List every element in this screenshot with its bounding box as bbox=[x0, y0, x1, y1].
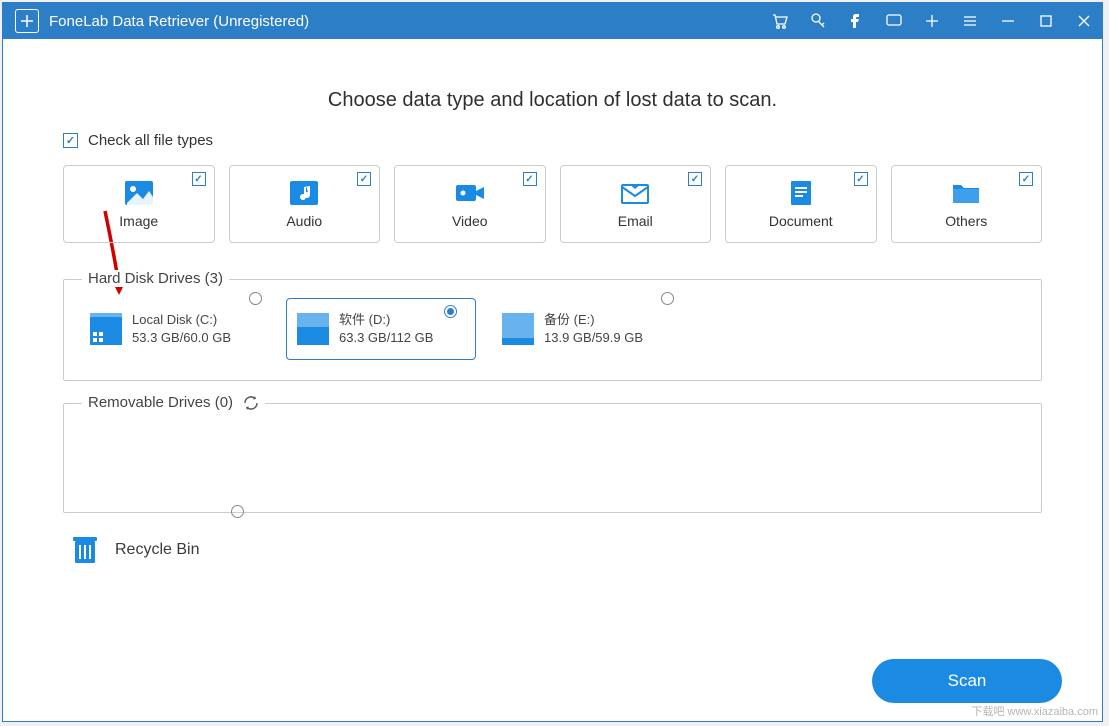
checkbox-icon[interactable]: ✓ bbox=[688, 172, 702, 186]
page-heading: Choose data type and location of lost da… bbox=[63, 89, 1042, 112]
check-all-row[interactable]: ✓ Check all file types bbox=[63, 132, 1042, 149]
type-card-video[interactable]: ✓ Video bbox=[394, 165, 546, 243]
app-window: FoneLab Data Retriever (Unregistered) Ch… bbox=[2, 2, 1103, 722]
drive-icon bbox=[502, 313, 534, 345]
type-card-image[interactable]: ✓ Image bbox=[63, 165, 215, 243]
refresh-icon[interactable] bbox=[243, 395, 259, 411]
removable-section: Removable Drives (0) bbox=[63, 403, 1042, 513]
drive-e[interactable]: 备份 (E:) 13.9 GB/59.9 GB bbox=[492, 298, 682, 360]
type-card-others[interactable]: ✓ Others bbox=[891, 165, 1043, 243]
image-icon bbox=[123, 179, 155, 207]
checkbox-icon[interactable]: ✓ bbox=[357, 172, 371, 186]
checkbox-icon[interactable]: ✓ bbox=[854, 172, 868, 186]
radio-button[interactable] bbox=[231, 505, 244, 518]
drive-c[interactable]: Local Disk (C:) 53.3 GB/60.0 GB bbox=[80, 298, 270, 360]
content-area: Choose data type and location of lost da… bbox=[3, 39, 1102, 565]
drive-info: Local Disk (C:) 53.3 GB/60.0 GB bbox=[132, 311, 231, 347]
scan-button[interactable]: Scan bbox=[872, 659, 1062, 703]
watermark-text: 下载吧 www.xiazaiba.com bbox=[971, 703, 1098, 719]
recycle-bin-option[interactable]: Recycle Bin bbox=[71, 535, 1042, 565]
checkbox-icon[interactable]: ✓ bbox=[523, 172, 537, 186]
removable-legend: Removable Drives (0) bbox=[82, 394, 265, 411]
menu-icon[interactable] bbox=[960, 11, 980, 31]
maximize-button[interactable] bbox=[1036, 11, 1056, 31]
type-label: Others bbox=[945, 213, 987, 229]
key-icon[interactable] bbox=[808, 11, 828, 31]
drive-icon bbox=[90, 313, 122, 345]
check-all-checkbox[interactable]: ✓ bbox=[63, 133, 78, 148]
type-card-audio[interactable]: ✓ Audio bbox=[229, 165, 381, 243]
type-label: Image bbox=[119, 213, 158, 229]
hdd-legend: Hard Disk Drives (3) bbox=[82, 270, 229, 287]
app-logo-icon bbox=[15, 9, 39, 33]
recycle-label: Recycle Bin bbox=[115, 541, 199, 559]
drive-d[interactable]: 软件 (D:) 63.3 GB/112 GB bbox=[286, 298, 476, 360]
video-icon bbox=[454, 179, 486, 207]
type-card-email[interactable]: ✓ Email bbox=[560, 165, 712, 243]
type-label: Email bbox=[618, 213, 653, 229]
checkbox-icon[interactable]: ✓ bbox=[192, 172, 206, 186]
type-label: Document bbox=[769, 213, 833, 229]
titlebar: FoneLab Data Retriever (Unregistered) bbox=[3, 3, 1102, 39]
cart-icon[interactable] bbox=[770, 11, 790, 31]
plus-icon[interactable] bbox=[922, 11, 942, 31]
email-icon bbox=[619, 179, 651, 207]
check-all-label: Check all file types bbox=[88, 132, 213, 149]
type-label: Audio bbox=[286, 213, 322, 229]
audio-icon bbox=[288, 179, 320, 207]
drive-info: 软件 (D:) 63.3 GB/112 GB bbox=[339, 311, 433, 347]
window-controls bbox=[770, 11, 1094, 31]
type-card-document[interactable]: ✓ Document bbox=[725, 165, 877, 243]
file-type-grid: ✓ Image ✓ Audio ✓ Video ✓ Email ✓ bbox=[63, 165, 1042, 243]
window-title: FoneLab Data Retriever (Unregistered) bbox=[49, 13, 770, 30]
feedback-icon[interactable] bbox=[884, 11, 904, 31]
hdd-section: Hard Disk Drives (3) Local Disk (C:) 53.… bbox=[63, 279, 1042, 381]
checkbox-icon[interactable]: ✓ bbox=[1019, 172, 1033, 186]
type-label: Video bbox=[452, 213, 488, 229]
minimize-button[interactable] bbox=[998, 11, 1018, 31]
folder-icon bbox=[950, 179, 982, 207]
hdd-list: Local Disk (C:) 53.3 GB/60.0 GB 软件 (D:) … bbox=[80, 298, 1025, 360]
drive-icon bbox=[297, 313, 329, 345]
document-icon bbox=[785, 179, 817, 207]
facebook-icon[interactable] bbox=[846, 11, 866, 31]
trash-icon bbox=[71, 535, 99, 565]
close-button[interactable] bbox=[1074, 11, 1094, 31]
drive-info: 备份 (E:) 13.9 GB/59.9 GB bbox=[544, 311, 643, 347]
